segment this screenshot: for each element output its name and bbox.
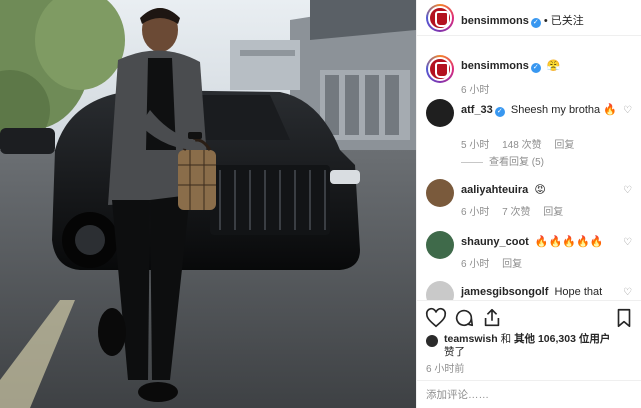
view-replies[interactable]: 查看回复 (5) [461, 153, 544, 168]
comment-input[interactable] [426, 387, 626, 403]
comment-meta: 5 小时 148 次赞 回复 [461, 136, 584, 151]
comment-text: jamesgibsongolf Hope that [461, 285, 621, 299]
commenter-avatar[interactable] [426, 179, 454, 207]
comment-likes[interactable]: 148 次赞 [502, 140, 541, 151]
comment-time: 6 小时 [461, 207, 490, 218]
comment-meta: 6 小时 回复 [461, 255, 532, 270]
liker-avatar[interactable] [426, 335, 438, 347]
comments-list[interactable]: bensimmons ✓ 😤 6 小时 atf_33 ✓ Sheesh my bro… [417, 37, 641, 300]
comment-like-heart-icon[interactable]: ♡ [623, 105, 632, 116]
comment-body: 😡 [534, 184, 546, 196]
comment-like-heart-icon[interactable]: ♡ [623, 185, 632, 196]
post-header: bensimmons ✓ • 已关注 [417, 0, 641, 36]
verified-badge-icon: ✓ [530, 18, 541, 28]
post-side-panel: bensimmons ✓ • 已关注 bensimmons ✓ 😤 6 小时 atf_… [416, 0, 641, 408]
likes-tail: 赞了 [444, 346, 465, 358]
caption-text: bensimmons ✓ 😤 [461, 59, 621, 73]
comment-username[interactable]: shauny_coot [461, 236, 529, 248]
post-image [0, 0, 416, 408]
comment-username[interactable]: jamesgibsongolf [461, 286, 548, 298]
verified-badge-icon: ✓ [530, 63, 541, 73]
comment-time: 6 小时 [461, 259, 490, 270]
author-line: bensimmons ✓ • 已关注 [461, 12, 584, 28]
comment-meta: 6 小时 7 次赞 回复 [461, 203, 573, 218]
add-comment-bar [417, 380, 641, 408]
comment-username[interactable]: atf_33 [461, 104, 493, 116]
comment-like-heart-icon[interactable]: ♡ [623, 237, 632, 248]
comment-row: shauny_coot 🔥🔥🔥🔥🔥 ♡ 6 小时 回复 [417, 231, 641, 271]
comment-time: 5 小时 [461, 140, 490, 151]
commenter-avatar[interactable] [426, 281, 454, 300]
author-avatar[interactable] [426, 4, 454, 32]
comment-text: atf_33 ✓ Sheesh my brotha 🔥 [461, 103, 621, 117]
comment-like-heart-icon[interactable]: ♡ [623, 287, 632, 298]
bookmark-icon[interactable] [613, 307, 635, 329]
caption-row: bensimmons ✓ 😤 6 小时 [417, 55, 641, 96]
post-timestamp: 6 小时前 [426, 364, 465, 375]
author-username[interactable]: bensimmons [461, 15, 529, 27]
caption-username[interactable]: bensimmons [461, 60, 529, 72]
comment-reply-button[interactable]: 回复 [502, 259, 522, 270]
likes-connector: 和 [497, 333, 515, 345]
post-photo[interactable] [0, 0, 416, 408]
comment-row: atf_33 ✓ Sheesh my brotha 🔥 ♡ 5 小时 148 次赞… [417, 99, 641, 168]
comment-likes[interactable]: 7 次赞 [502, 207, 530, 218]
comment-reply-button[interactable]: 回复 [543, 207, 563, 218]
post-actions [417, 300, 641, 333]
likes-text: teamswish 和 其他 106,303 位用户 赞了 [444, 333, 634, 359]
comment-reply-button[interactable]: 回复 [554, 140, 574, 151]
comment-username[interactable]: aaliyahteuira [461, 184, 528, 196]
caption-body: 😤 [546, 60, 561, 72]
heart-outline-icon[interactable] [425, 307, 447, 329]
caption-author-avatar[interactable] [426, 55, 454, 83]
commenter-avatar[interactable] [426, 231, 454, 259]
view-replies-label[interactable]: 查看回复 (5) [489, 157, 544, 168]
follow-status[interactable]: • 已关注 [544, 15, 584, 27]
comment-body: Sheesh my brotha 🔥 [510, 104, 617, 116]
comment-row: aaliyahteuira 😡 ♡ 6 小时 7 次赞 回复 [417, 179, 641, 219]
commenter-avatar[interactable] [426, 99, 454, 127]
comment-bubble-icon[interactable] [453, 307, 475, 329]
replies-divider [461, 161, 483, 163]
liker-username[interactable]: teamswish [444, 333, 498, 345]
comment-text: shauny_coot 🔥🔥🔥🔥🔥 [461, 235, 621, 249]
likes-summary: teamswish 和 其他 106,303 位用户 赞了 [417, 333, 641, 361]
comment-body: 🔥🔥🔥🔥🔥 [534, 236, 604, 248]
comment-body: Hope that [554, 286, 603, 298]
share-arrow-icon[interactable] [481, 307, 503, 329]
caption-time: 6 小时 [461, 85, 490, 96]
likes-count[interactable]: 其他 106,303 位用户 [514, 333, 610, 345]
comment-text: aaliyahteuira 😡 [461, 183, 621, 197]
comment-row: jamesgibsongolf Hope that ♡ [417, 281, 641, 300]
verified-badge-icon: ✓ [494, 107, 505, 117]
caption-meta: 6 小时 [461, 81, 499, 96]
